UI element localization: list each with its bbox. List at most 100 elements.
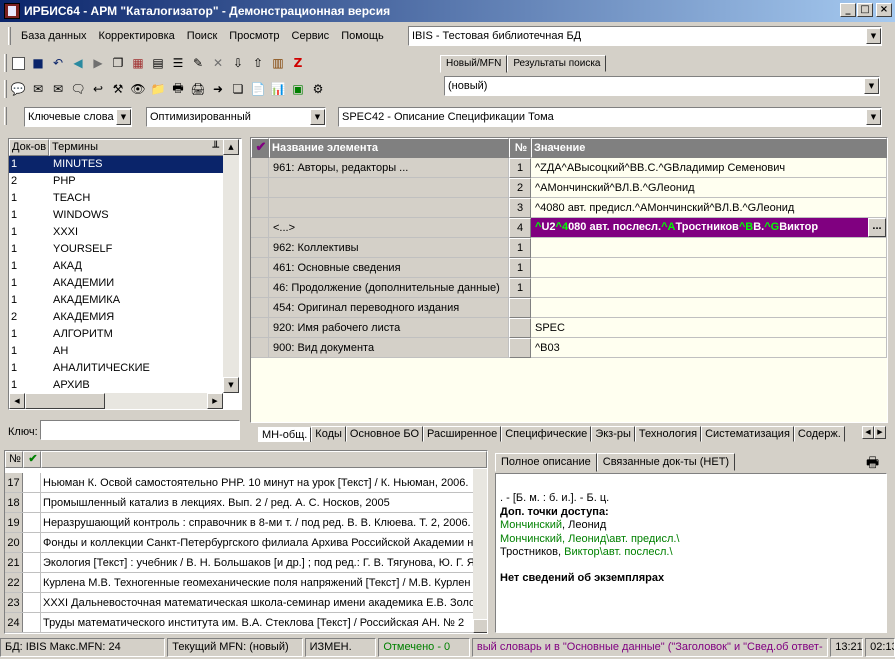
editor-tab[interactable]: Экз-ры: [591, 426, 635, 442]
element-value[interactable]: ^AМончинский^BЛ.В.^GЛеонид: [531, 178, 887, 198]
optimization-select[interactable]: Оптимизированный ▼: [146, 107, 326, 127]
editor-tab[interactable]: Систематизация: [701, 426, 794, 442]
dictionary-row[interactable]: 1 АКАДЕМИКА: [9, 292, 223, 309]
record-row[interactable]: 24 Труды математического института им. В.…: [5, 613, 473, 633]
chevron-down-icon[interactable]: ▼: [864, 78, 879, 94]
column-header-count[interactable]: Док-ов: [9, 139, 49, 156]
record-row[interactable]: 17 Ньюман К. Освой самостоятельно PHP. 10…: [5, 473, 473, 493]
active-value-cell[interactable]: ^U2^4080 авт. послесл.^AТростников^BВ.^G…: [531, 218, 887, 238]
dictionary-row[interactable]: 1 АКАДЕМИИ: [9, 275, 223, 292]
dictionary-row[interactable]: 2 PHP: [9, 173, 223, 190]
editor-row[interactable]: <...> 4 ^U2^4080 авт. послесл.^AТростников…: [251, 218, 887, 238]
scroll-left-icon[interactable]: ◀: [9, 393, 25, 409]
chevron-down-icon[interactable]: ▼: [866, 28, 881, 44]
element-value[interactable]: [531, 298, 887, 318]
hscroll-thumb[interactable]: [25, 393, 105, 409]
checkmark-icon[interactable]: ✔: [23, 451, 41, 468]
preview-icon[interactable]: 👁: [129, 80, 147, 98]
ellipsis-button[interactable]: ...: [868, 218, 886, 237]
folder-icon[interactable]: 📁: [149, 80, 167, 98]
chevron-down-icon[interactable]: ▼: [116, 109, 131, 125]
element-value[interactable]: [531, 278, 887, 298]
scroll-up-icon[interactable]: ▲: [223, 139, 239, 155]
key-input[interactable]: [40, 420, 240, 440]
editor-tab[interactable]: Специфические: [501, 426, 592, 442]
chart-icon[interactable]: 📊: [269, 80, 287, 98]
tab-scroll-left-icon[interactable]: ◀: [862, 426, 874, 439]
import-icon[interactable]: ⇩: [229, 54, 247, 72]
record-mark[interactable]: [23, 573, 41, 592]
worksheet-select[interactable]: SPEC42 - Описание Спецификации Тома ▼: [338, 107, 882, 127]
document-icon[interactable]: 📄: [249, 80, 267, 98]
dictionary-row[interactable]: 1 XXXI: [9, 224, 223, 241]
pin-icon[interactable]: ╨: [212, 140, 219, 155]
description-line-3[interactable]: Мончинский, Леонид\авт. предисл.\: [500, 533, 882, 547]
comment-icon[interactable]: 🗨: [69, 80, 87, 98]
arrow-right-icon[interactable]: ▶: [89, 54, 107, 72]
maximize-button[interactable]: □: [857, 3, 873, 17]
editor-row[interactable]: 920: Имя рабочего листа SPEC: [251, 318, 887, 338]
element-value[interactable]: [531, 238, 887, 258]
list-icon[interactable]: ☰: [169, 54, 187, 72]
record-mark[interactable]: [23, 553, 41, 572]
dictionary-row[interactable]: 1 WINDOWS: [9, 207, 223, 224]
column-header-terms[interactable]: Термины ╨: [49, 139, 224, 156]
grid-icon[interactable]: ▦: [129, 54, 147, 72]
scroll-right-icon[interactable]: ▶: [207, 393, 223, 409]
edit-icon[interactable]: ✎: [189, 54, 207, 72]
export-icon[interactable]: ⇧: [249, 54, 267, 72]
tab-new-mfn[interactable]: Новый/MFN: [440, 55, 508, 73]
close-button[interactable]: ×: [876, 3, 892, 17]
print-list-icon[interactable]: 🖨: [189, 80, 207, 98]
tools-icon[interactable]: ⚒: [109, 80, 127, 98]
dictionary-row[interactable]: 1 YOURSELF: [9, 241, 223, 258]
menu-edit[interactable]: Корректировка: [93, 30, 181, 42]
dictionary-row[interactable]: 1 АЛГОРИТМ: [9, 326, 223, 343]
tab-linked-docs[interactable]: Связанные док-ты (НЕТ): [596, 453, 736, 471]
checkmark-icon[interactable]: ✔: [251, 138, 269, 158]
delete-icon[interactable]: ✕: [209, 54, 227, 72]
menu-service[interactable]: Сервис: [286, 30, 336, 42]
settings-icon[interactable]: ⚙: [309, 80, 327, 98]
editor-row[interactable]: 3 ^4080 авт. предисл.^AМончинский^BЛ.В.^G…: [251, 198, 887, 218]
record-mark[interactable]: [23, 513, 41, 532]
dictionary-row[interactable]: 1 АНАЛИТИЧЕСКИЕ: [9, 360, 223, 377]
record-row[interactable]: 23 XXXI Дальневосточная математическая шк…: [5, 593, 473, 613]
undo-icon[interactable]: ↶: [49, 54, 67, 72]
reply-icon[interactable]: ↩: [89, 80, 107, 98]
chat-icon[interactable]: 💬: [9, 80, 27, 98]
author-link[interactable]: Мончинский: [500, 519, 562, 531]
menu-search[interactable]: Поиск: [181, 30, 223, 42]
editor-row[interactable]: 2 ^AМончинский^BЛ.В.^GЛеонид: [251, 178, 887, 198]
editor-tab[interactable]: Коды: [311, 426, 346, 442]
mfn-select[interactable]: (новый) ▼: [444, 76, 880, 96]
record-mark[interactable]: [23, 493, 41, 512]
excel-icon[interactable]: ▣: [289, 80, 307, 98]
editor-tab[interactable]: Технология: [634, 426, 702, 442]
menu-help[interactable]: Помощь: [335, 30, 390, 42]
editor-row[interactable]: 961: Авторы, редакторы ... 1 ^ZДА^AВысоцки…: [251, 158, 887, 178]
editor-row[interactable]: 46: Продолжение (дополнительные данные) 1: [251, 278, 887, 298]
editor-row[interactable]: 962: Коллективы 1: [251, 238, 887, 258]
element-value[interactable]: ^4080 авт. предисл.^AМончинский^BЛ.В.^GЛ…: [531, 198, 887, 218]
dictionary-vscroll[interactable]: ▲ ▼: [223, 139, 239, 393]
editor-row[interactable]: 461: Основные сведения 1: [251, 258, 887, 278]
records-scroll-thumb[interactable]: [473, 619, 487, 633]
dictionary-row[interactable]: 1 АКАД: [9, 258, 223, 275]
arrow-copy-icon[interactable]: ➜: [209, 80, 227, 98]
minimize-button[interactable]: _: [840, 3, 856, 17]
record-row[interactable]: 20 Фонды и коллекции Санкт-Петербургского…: [5, 533, 473, 553]
z3950-icon[interactable]: Z: [289, 54, 307, 72]
dictionary-row[interactable]: 1 АН: [9, 343, 223, 360]
record-mark[interactable]: [23, 593, 41, 612]
record-row[interactable]: 21 Экология [Текст] : учебник / В. Н. Бол…: [5, 553, 473, 573]
editor-tab[interactable]: Основное БО: [345, 426, 424, 442]
record-row[interactable]: 18 Промышленный катализ в лекциях. Вып. 2…: [5, 493, 473, 513]
pages-icon[interactable]: ❏: [229, 80, 247, 98]
tab-full-description[interactable]: Полное описание: [495, 453, 597, 472]
chevron-down-icon[interactable]: ▼: [866, 109, 881, 125]
editor-tab[interactable]: Расширенное: [423, 426, 502, 442]
database-select[interactable]: IBIS - Тестовая библиотечная БД ▼: [408, 26, 882, 46]
dictionary-row[interactable]: 1 АРХИВ: [9, 377, 223, 394]
record-row-new[interactable]: (новый): [5, 633, 473, 634]
